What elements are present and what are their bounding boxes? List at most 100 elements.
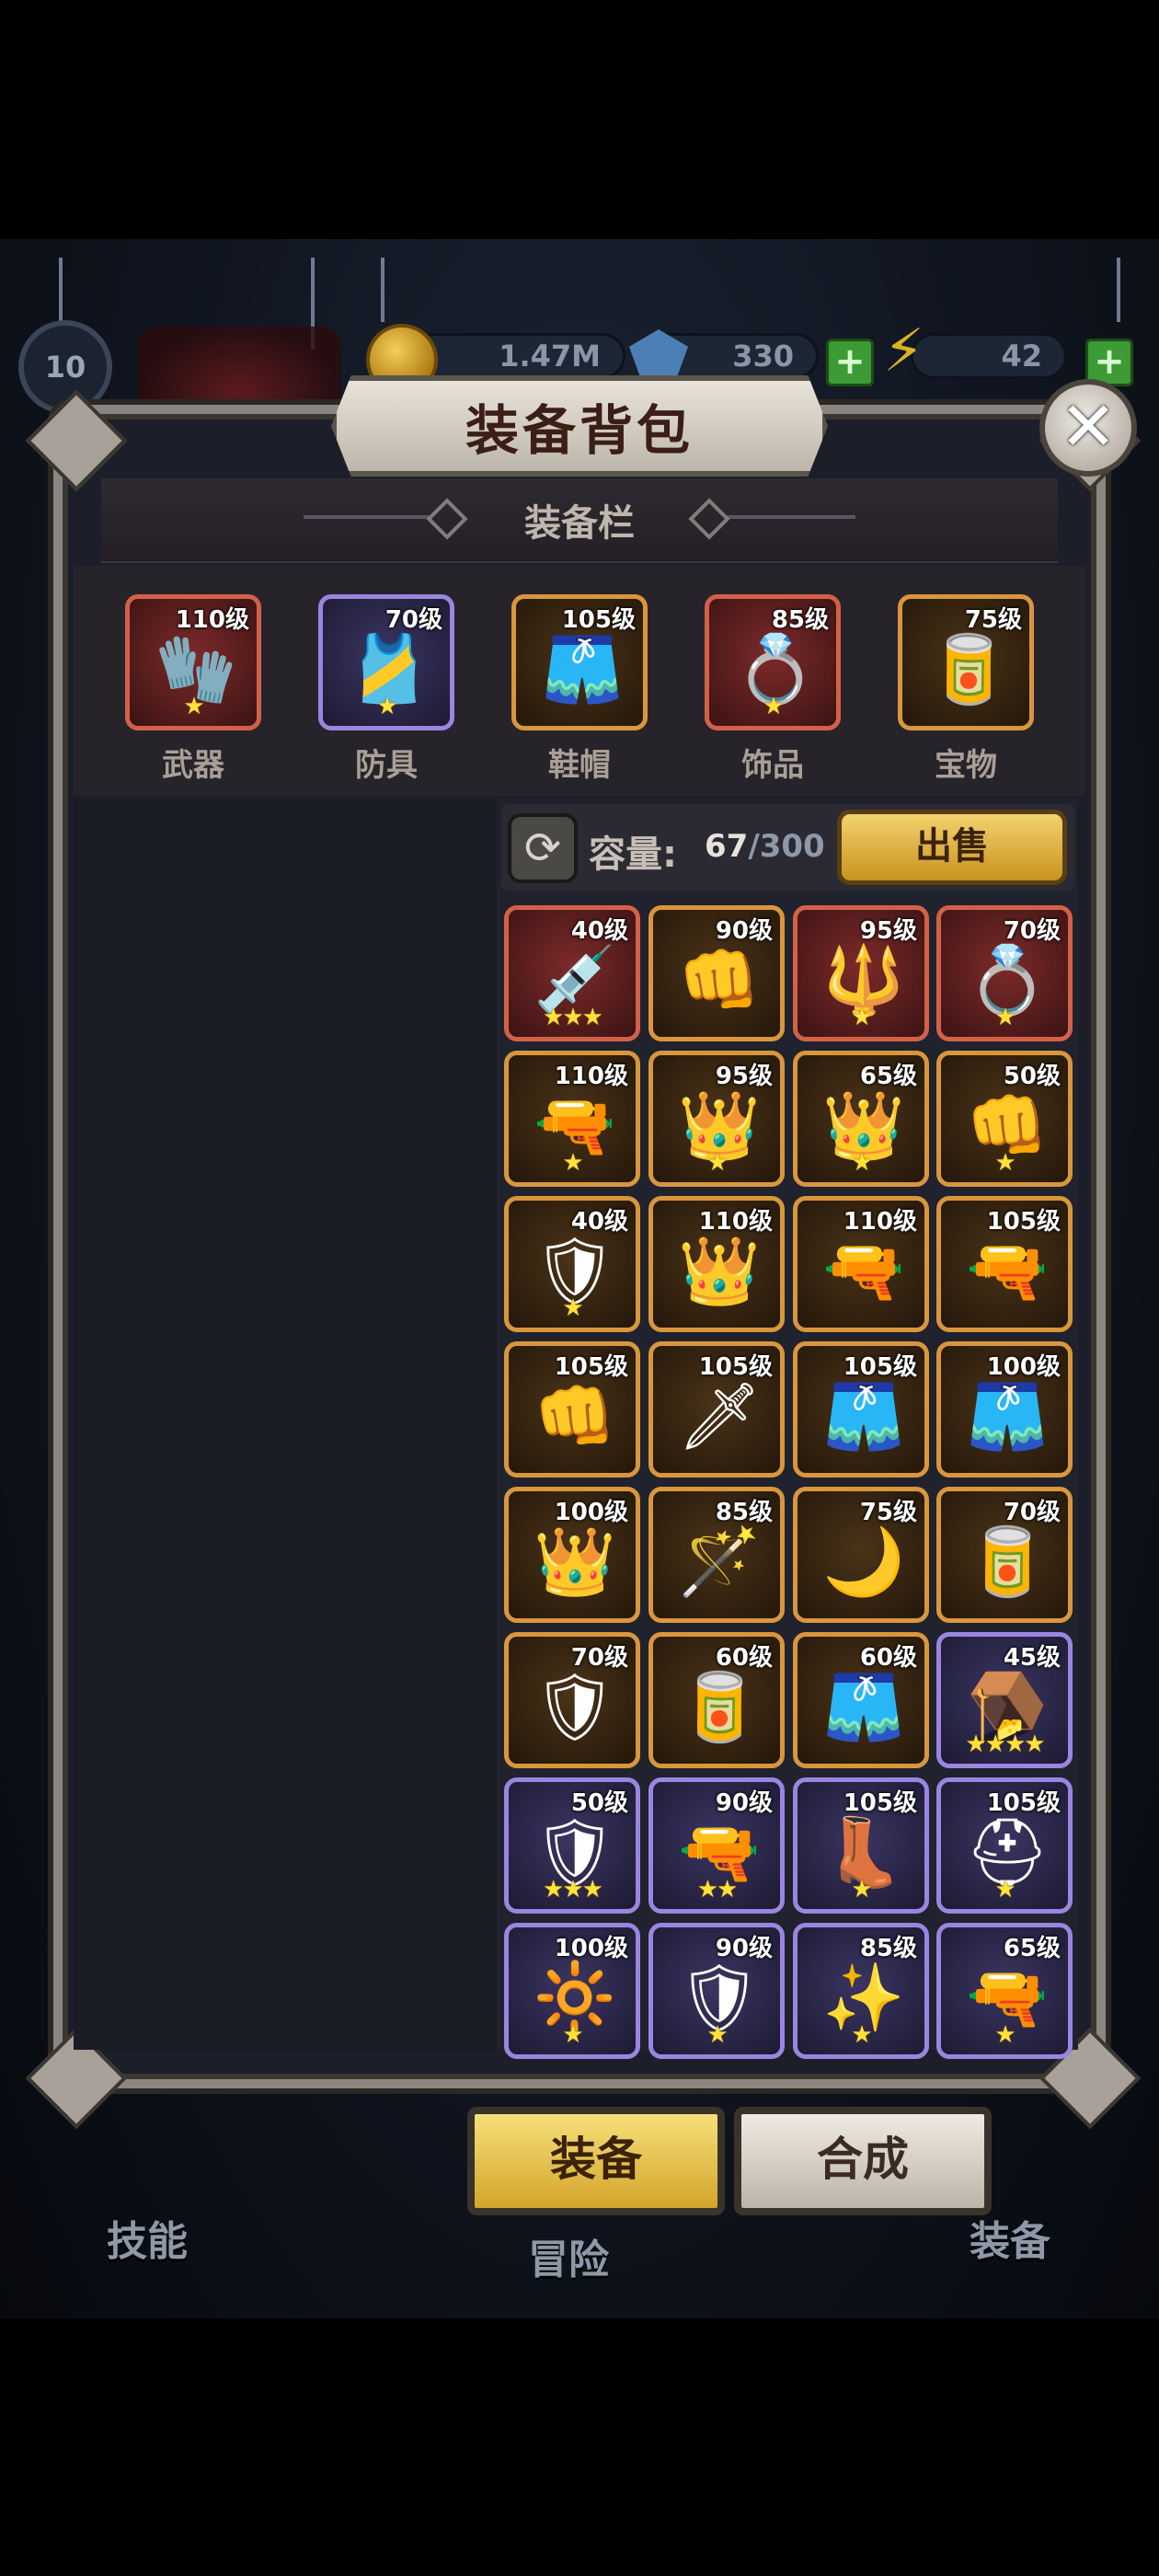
inventory-item[interactable]: 🥫 70级 [936, 1487, 1073, 1623]
pants-icon: 🩳 [966, 1376, 1049, 1455]
inventory-item[interactable]: 🛡 40级 ★ [504, 1196, 640, 1332]
inventory-item[interactable]: 👊 105级 [504, 1341, 640, 1478]
equipped-slot[interactable]: 🎽 70级 ★ [318, 594, 454, 730]
inventory-item[interactable]: 🪤 45级 ★★★★ [936, 1632, 1073, 1768]
inventory-item[interactable]: 👊 50级 ★ [936, 1051, 1073, 1187]
pants-icon: 🩳 [541, 629, 624, 707]
item-stars: ★ [376, 693, 397, 720]
inventory-item[interactable]: 🛡 70级 [504, 1632, 640, 1768]
tab-equip[interactable]: 装备 [467, 2107, 725, 2215]
item-stars: ★★ [696, 1876, 739, 1903]
nav-gear[interactable]: 装备 [970, 2208, 1050, 2267]
hanging-thread [1117, 258, 1120, 322]
item-level: 85级 [715, 1499, 773, 1526]
inventory-item[interactable]: 🩳 60级 [793, 1632, 929, 1768]
sort-refresh-button[interactable]: ⟳ [508, 813, 578, 883]
item-stars: ★★★ [543, 1004, 603, 1031]
fist-icon: 👊 [534, 1376, 616, 1455]
item-level: 70级 [1003, 917, 1061, 945]
item-level: 65级 [1003, 1935, 1061, 1962]
inventory-item[interactable]: 👑 110级 [648, 1196, 785, 1332]
item-level: 110级 [175, 606, 249, 634]
item-stars: ★★★★ [965, 1731, 1045, 1758]
nav-adventure[interactable]: 冒险 [528, 2226, 609, 2285]
item-level: 105级 [561, 606, 636, 634]
inventory-item[interactable]: 🌙 75级 [793, 1487, 929, 1623]
inventory-item[interactable]: 🔫 65级 ★ [936, 1923, 1073, 2059]
item-level: 60级 [859, 1644, 917, 1672]
item-stars: ★ [851, 2021, 872, 2049]
item-level: 70级 [384, 606, 442, 634]
inventory-item[interactable]: 🩳 100级 [936, 1341, 1073, 1478]
item-stars: ★ [562, 1294, 583, 1322]
fist-icon: 👊 [678, 940, 761, 1018]
item-level: 75级 [859, 1499, 917, 1526]
item-level: 110级 [843, 1208, 917, 1236]
item-stars: ★ [562, 2021, 583, 2049]
inventory-item[interactable]: 🔫 90级 ★★ [648, 1777, 785, 1914]
inventory-item[interactable]: 🔫 110级 ★ [504, 1051, 640, 1187]
equipped-slot[interactable]: 💍 85级 ★ [705, 594, 841, 730]
tab-craft[interactable]: 合成 [734, 2107, 992, 2215]
item-stars: ★ [763, 693, 784, 720]
item-level: 60级 [715, 1644, 773, 1672]
inventory-item[interactable]: 👑 95级 ★ [648, 1051, 785, 1187]
inventory-item[interactable]: ✨ 85级 ★ [793, 1923, 929, 2059]
hanging-thread [59, 258, 63, 322]
inventory-item[interactable]: 🪄 85级 [648, 1487, 785, 1623]
equipped-slot-label: 饰品 [741, 747, 804, 784]
item-stars: ★ [183, 693, 204, 720]
inventory-item[interactable]: 🛡 50级 ★★★ [504, 1777, 640, 1914]
inventory-item[interactable]: 🥫 60级 [648, 1632, 785, 1768]
item-level: 90级 [715, 1935, 773, 1962]
inventory-item[interactable]: 🔱 95级 ★ [793, 905, 929, 1041]
sell-button[interactable]: 出售 [837, 810, 1067, 885]
item-level: 105级 [554, 1353, 628, 1381]
item-level: 40级 [570, 917, 628, 945]
item-level: 100级 [554, 1499, 628, 1526]
inventory-item[interactable]: 🔆 100级 ★ [504, 1923, 640, 2059]
inventory-item[interactable]: 🔫 110级 [793, 1196, 929, 1332]
gem-value: 330 [732, 339, 794, 374]
panel-title-banner: 装备背包 [331, 375, 828, 477]
crown-icon: 👑 [534, 1522, 616, 1600]
equipped-slot-label: 鞋帽 [548, 747, 611, 784]
item-level: 110级 [698, 1208, 773, 1236]
equipped-slot[interactable]: 🩳 105级 [511, 594, 648, 730]
capacity-used: 67 [705, 828, 749, 865]
item-level: 105级 [986, 1789, 1061, 1817]
item-stars: ★★★ [543, 1876, 603, 1903]
close-icon: ✕ [1059, 387, 1117, 466]
hanging-thread [381, 258, 384, 322]
claw-ring-icon: 🌙 [822, 1522, 905, 1600]
close-button[interactable]: ✕ [1039, 379, 1137, 477]
inventory-item[interactable]: 👑 100级 [504, 1487, 640, 1623]
inventory-item[interactable]: ⛑ 105级 ★ [936, 1777, 1073, 1914]
scroll-icon: 🥫 [927, 629, 1010, 707]
item-level: 95级 [859, 917, 917, 945]
capacity-label: 容量: [589, 834, 677, 876]
inventory-item[interactable]: 👢 105级 ★ [793, 1777, 929, 1914]
inventory-item[interactable]: 👊 90级 [648, 905, 785, 1041]
nav-skills[interactable]: 技能 [107, 2208, 188, 2267]
item-level: 100级 [554, 1935, 628, 1962]
add-gems-button[interactable]: + [826, 339, 874, 386]
inventory-item[interactable]: 🩳 105级 [793, 1341, 929, 1478]
inventory-item[interactable]: 🛡 90级 ★ [648, 1923, 785, 2059]
item-level: 70级 [1003, 1499, 1061, 1526]
item-level: 90级 [715, 917, 773, 945]
equipped-slot[interactable]: 🧤 110级 ★ [125, 594, 261, 730]
item-level: 105级 [843, 1353, 917, 1381]
inventory-item[interactable]: 👑 65级 ★ [793, 1051, 929, 1187]
item-stars: ★ [994, 1149, 1016, 1177]
item-stars: ★ [851, 1004, 872, 1031]
inventory-item[interactable]: 🗡 105级 [648, 1341, 785, 1478]
inventory-item[interactable]: 💍 70级 ★ [936, 905, 1073, 1041]
item-level: 100级 [986, 1353, 1061, 1381]
item-level: 85级 [859, 1935, 917, 1962]
inventory-item[interactable]: 🔫 105级 [936, 1196, 1073, 1332]
inventory-item[interactable]: 💉 40级 ★★★ [504, 905, 640, 1041]
item-level: 40级 [570, 1208, 628, 1236]
equipped-slot[interactable]: 🥫 75级 [898, 594, 1034, 730]
item-level: 45级 [1003, 1644, 1061, 1672]
